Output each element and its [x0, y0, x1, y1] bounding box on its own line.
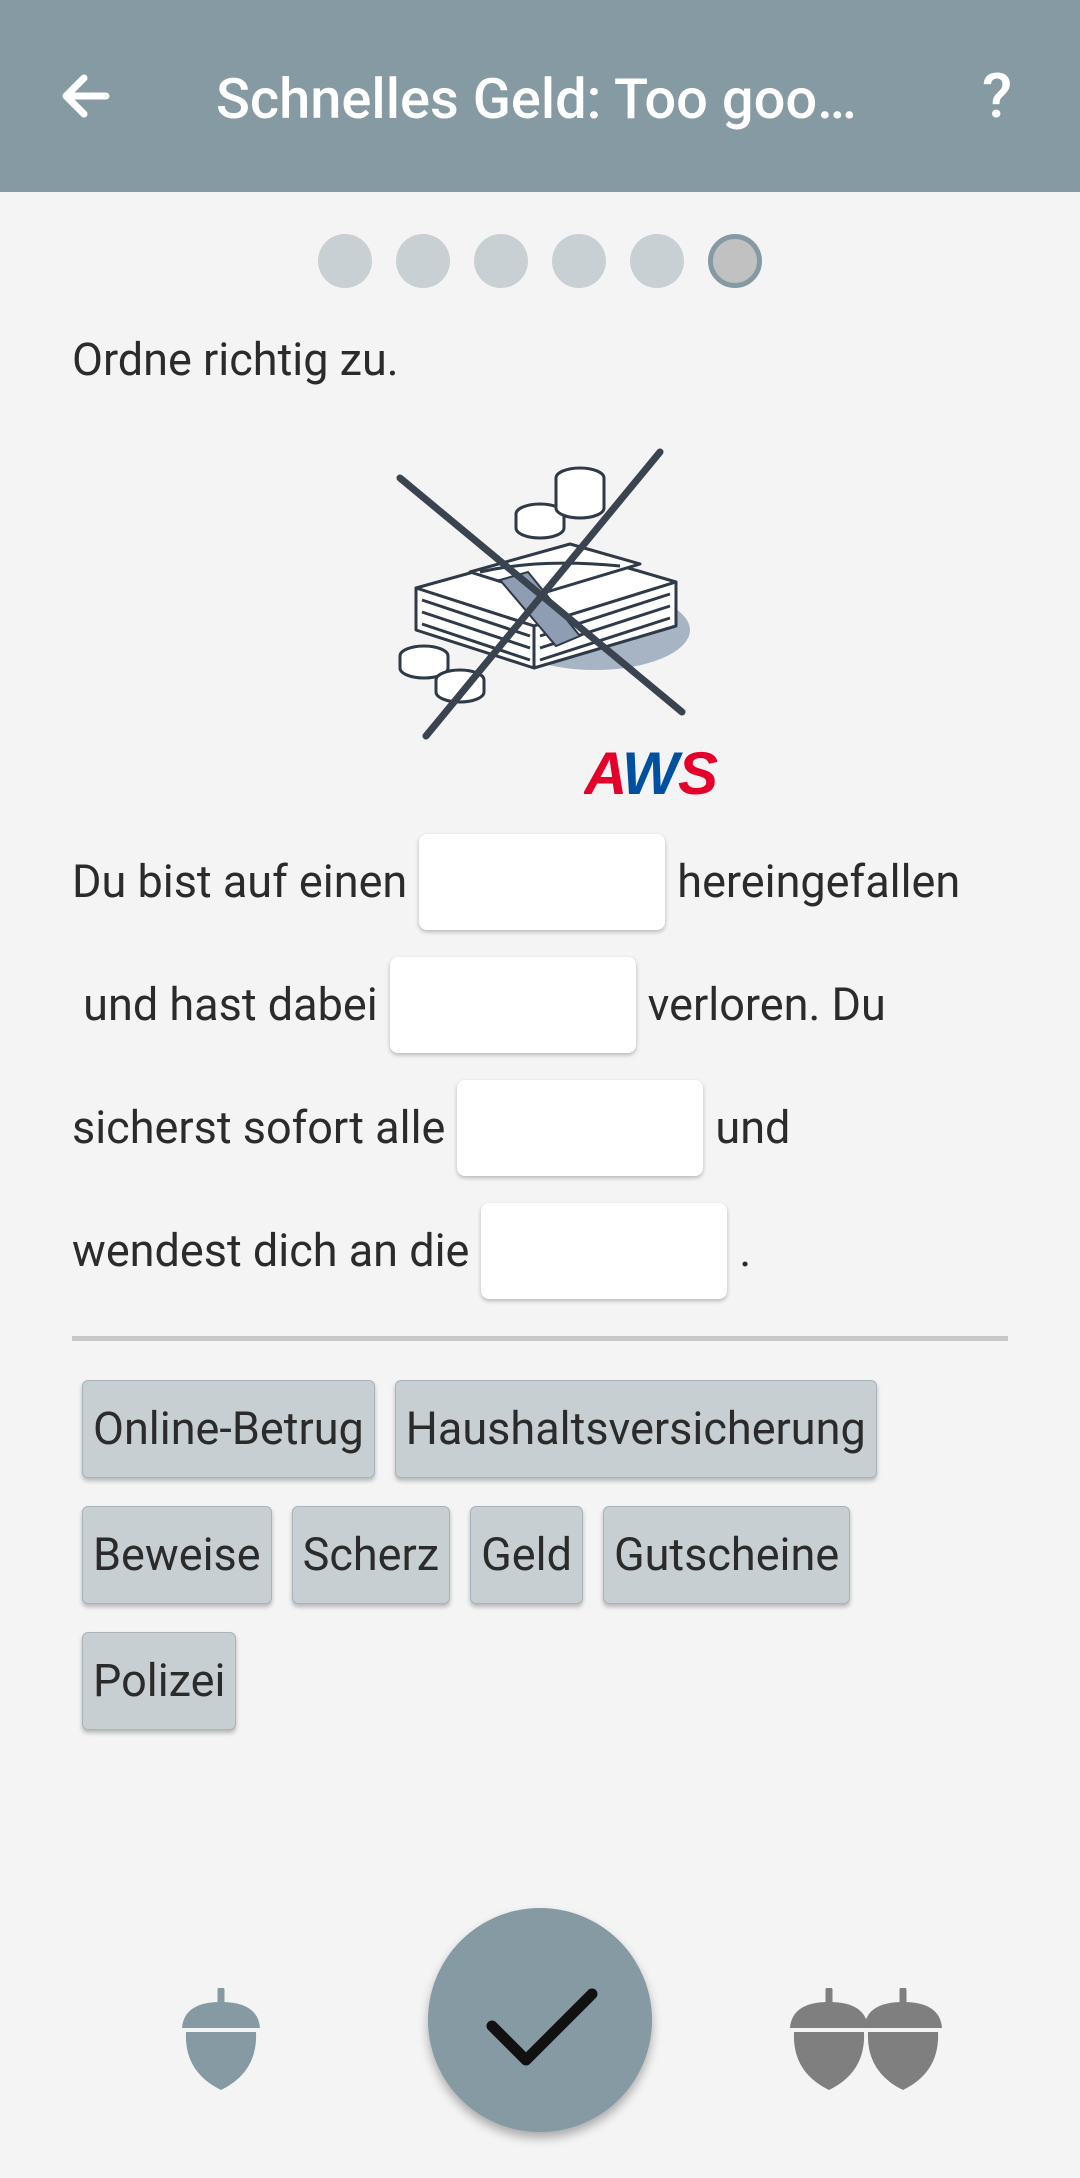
sentence-line-3: sicherst sofort alle und — [72, 1078, 790, 1178]
acorn-icon[interactable] — [178, 1988, 264, 2092]
answer-chip[interactable]: Beweise — [82, 1506, 272, 1604]
svg-text:W: W — [622, 740, 683, 800]
progress-dot — [318, 234, 372, 288]
divider — [72, 1336, 1008, 1341]
progress-dot — [630, 234, 684, 288]
answer-chip[interactable]: Scherz — [291, 1506, 451, 1604]
answer-blank-4[interactable] — [481, 1203, 728, 1299]
sentence-text: verloren. Du — [647, 978, 886, 1031]
svg-text:S: S — [678, 740, 718, 800]
progress-indicator — [318, 234, 762, 288]
sentence-text: Du bist auf einen — [72, 855, 408, 908]
progress-dot — [474, 234, 528, 288]
answer-chip[interactable]: Online-Betrug — [82, 1380, 375, 1478]
answer-chip[interactable]: Polizei — [82, 1632, 237, 1730]
answer-chip[interactable]: Geld — [470, 1506, 583, 1604]
aws-logo: A W S — [584, 740, 718, 800]
double-acorn-icon[interactable] — [786, 1988, 946, 2092]
sentence-line-1: Du bist auf einen hereingefallen — [72, 832, 960, 932]
app-bar: Schnelles Geld: Too goo… ? — [0, 0, 1080, 192]
sentence-text: . — [739, 1224, 752, 1277]
page-title: Schnelles Geld: Too goo… — [216, 66, 857, 132]
instruction-text: Ordne richtig zu. — [72, 333, 399, 386]
sentence-text: hereingefallen — [677, 855, 961, 908]
arrow-left-icon[interactable] — [54, 64, 118, 128]
sentence-text: wendest dich an die — [72, 1224, 470, 1277]
progress-dot — [396, 234, 450, 288]
sentence-text: sicherst sofort alle — [72, 1101, 446, 1154]
sentence-text: und hast dabei — [72, 978, 378, 1031]
help-button[interactable]: ? — [982, 52, 1012, 142]
answer-chip[interactable]: Haushaltsversicherung — [394, 1380, 877, 1478]
answer-chip[interactable]: Gutscheine — [602, 1506, 851, 1604]
sentence-line-2: und hast dabei verloren. Du — [72, 955, 886, 1055]
checkmark-icon — [486, 1988, 598, 2066]
check-button[interactable] — [428, 1908, 652, 2132]
progress-dot — [552, 234, 606, 288]
answer-chips: Online-Betrug Haushaltsversicherung Bewe… — [82, 1380, 1022, 1758]
progress-dot-current — [708, 234, 762, 288]
sentence-text: und — [715, 1101, 791, 1154]
answer-blank-3[interactable] — [457, 1080, 704, 1176]
sentence-line-4: wendest dich an die . — [72, 1201, 751, 1301]
answer-blank-2[interactable] — [389, 957, 636, 1053]
svg-text:A: A — [584, 740, 627, 800]
answer-blank-1[interactable] — [419, 834, 666, 930]
